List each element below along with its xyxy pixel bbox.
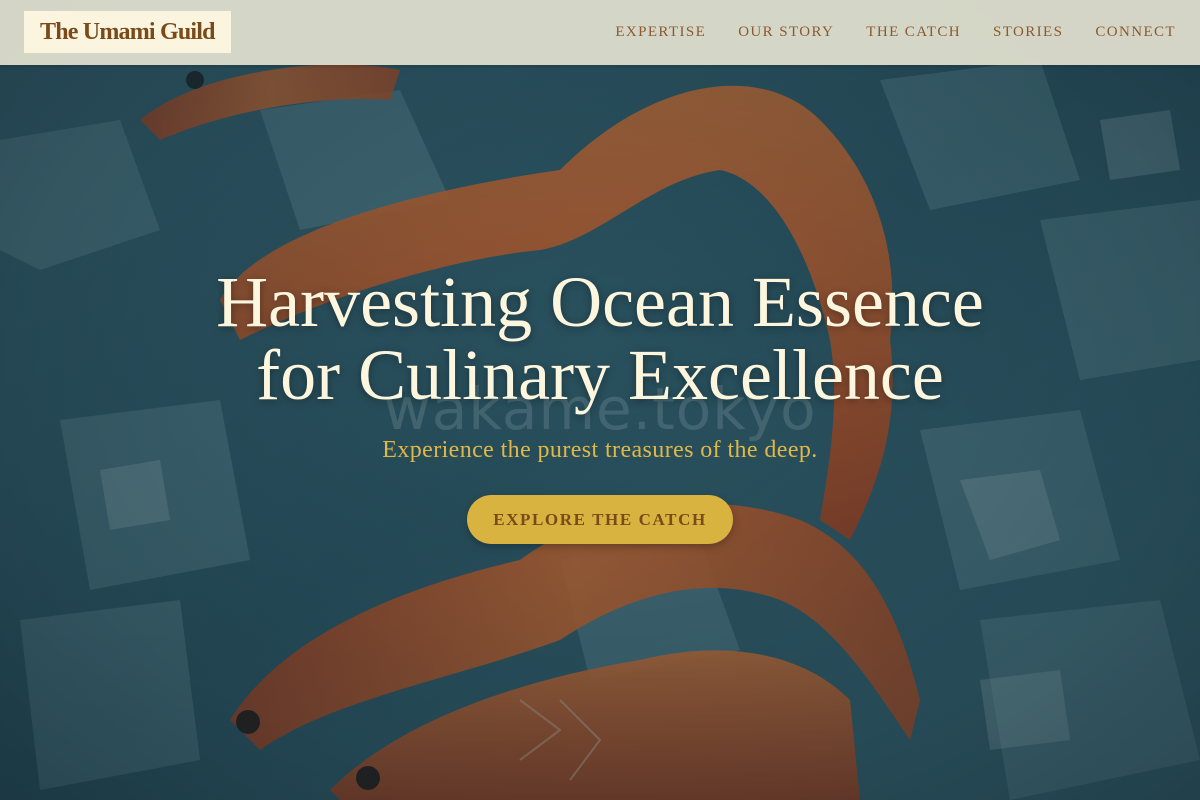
brand-logo[interactable]: The Umami Guild — [24, 11, 231, 53]
nav-link-our-story[interactable]: OUR STORY — [738, 24, 834, 41]
explore-catch-button[interactable]: EXPLORE THE CATCH — [467, 495, 733, 544]
nav-menu: EXPERTISE OUR STORY THE CATCH STORIES CO… — [583, 0, 1176, 65]
nav-link-stories[interactable]: STORIES — [993, 24, 1063, 41]
hero-title-line-2: for Culinary Excellence — [256, 335, 944, 415]
nav-link-expertise[interactable]: EXPERTISE — [615, 24, 706, 41]
nav-link-connect[interactable]: CONNECT — [1095, 24, 1176, 41]
hero-subtitle: Experience the purest treasures of the d… — [382, 437, 818, 463]
hero-title-line-1: Harvesting Ocean Essence — [216, 262, 984, 342]
top-navbar: The Umami Guild EXPERTISE OUR STORY THE … — [0, 0, 1200, 65]
nav-link-the-catch[interactable]: THE CATCH — [866, 24, 961, 41]
hero-title: Harvesting Ocean Essence for Culinary Ex… — [0, 266, 1200, 412]
